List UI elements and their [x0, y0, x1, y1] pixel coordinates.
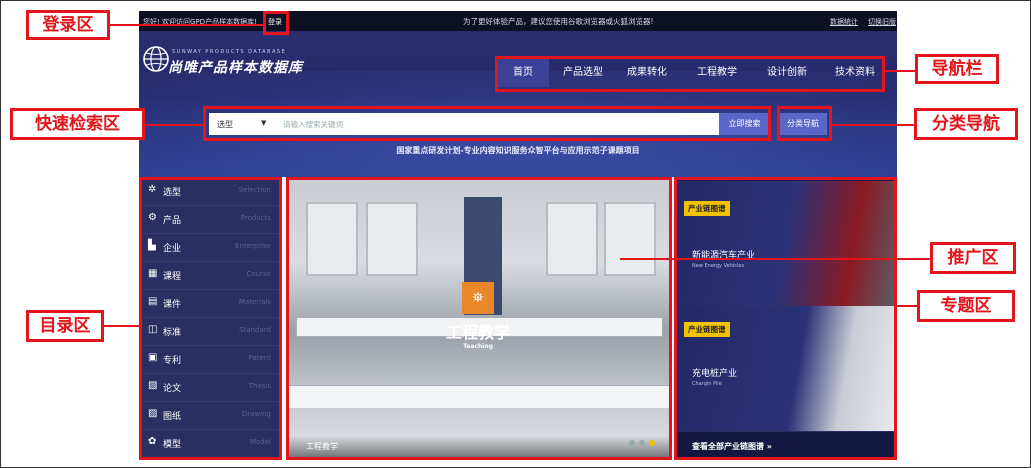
- category-leader-line: [832, 124, 914, 126]
- login-leader-line: [110, 24, 263, 26]
- quick-search-box: [203, 106, 771, 141]
- catalog-area-label: 目录区: [26, 310, 104, 342]
- stats-link[interactable]: 数据统计: [830, 17, 858, 27]
- nav-leader-line: [885, 70, 915, 72]
- category-nav-box: [777, 106, 832, 141]
- promo-area-label: 推广区: [930, 242, 1016, 274]
- promo-leader-line: [620, 258, 930, 260]
- nav-bar-label: 导航栏: [915, 54, 999, 84]
- browser-notice: 为了更好体验产品，建议您使用谷歌浏览器或火狐浏览器!: [463, 17, 654, 26]
- nav-bar-box: [495, 56, 885, 92]
- topic-leader-line: [897, 305, 917, 307]
- login-area-label: 登录区: [26, 10, 110, 40]
- old-version-link[interactable]: 切换旧版: [868, 17, 896, 27]
- project-text: 国家重点研发计划-专业内容知识服务众智平台与应用示范子课题项目: [396, 146, 640, 155]
- topic-area-label: 专题区: [917, 290, 1015, 322]
- topic-area-box: [674, 177, 897, 460]
- catalog-area-box: [139, 177, 282, 460]
- login-area-box: [263, 11, 289, 35]
- top-bar: 您好! 欢迎访问GPD产品样本数据库! 登录 为了更好体验产品，建议您使用谷歌浏…: [139, 11, 897, 31]
- logo-english: SUNWAY PRODUCTS DATABASE: [172, 49, 287, 55]
- promo-area-box: [286, 177, 672, 460]
- logo-title[interactable]: 尚唯产品样本数据库: [168, 57, 303, 77]
- search-leader-line: [145, 124, 203, 126]
- quick-search-label: 快速检索区: [10, 108, 145, 140]
- globe-logo-icon[interactable]: [142, 45, 170, 73]
- catalog-leader-line: [104, 325, 139, 327]
- site-header: SUNWAY PRODUCTS DATABASE 尚唯产品样本数据库 首页 产品…: [139, 31, 897, 177]
- category-nav-label: 分类导航: [914, 108, 1018, 140]
